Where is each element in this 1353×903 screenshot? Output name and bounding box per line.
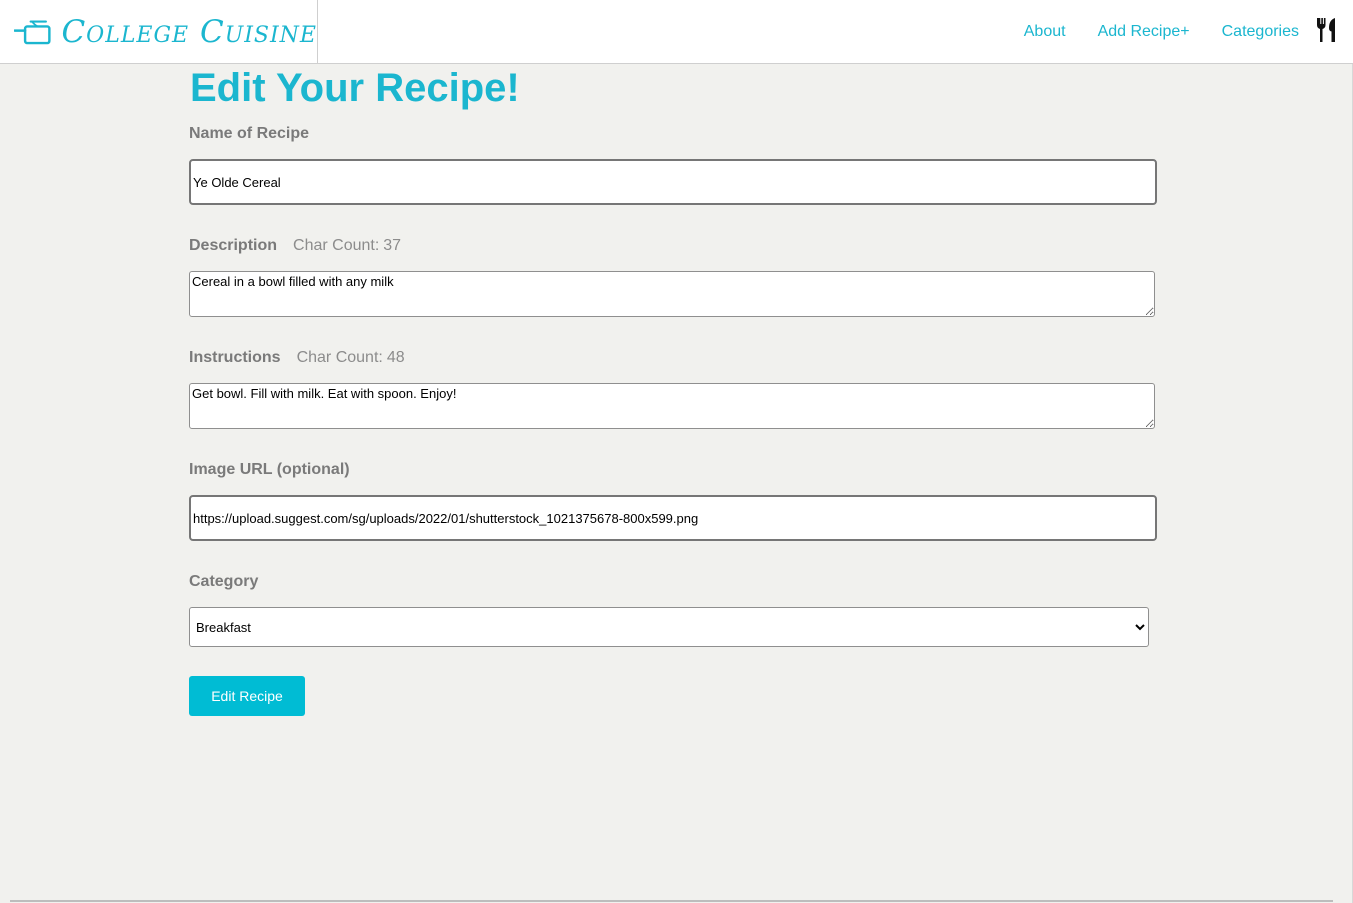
- page-title: Edit Your Recipe!: [190, 66, 520, 110]
- image-url-label: Image URL (optional): [189, 461, 350, 478]
- nav-categories-link[interactable]: Categories: [1222, 23, 1299, 41]
- nav-links: About Add Recipe+ Categories: [992, 0, 1337, 63]
- footer-divider: [10, 900, 1333, 902]
- nav-add-recipe-link[interactable]: Add Recipe+: [1098, 23, 1190, 41]
- instructions-label-row: Instructions Char Count: 48: [189, 349, 405, 367]
- recipe-name-input[interactable]: [189, 159, 1157, 205]
- instructions-char-count: 48: [386, 349, 405, 366]
- description-char-count-label: Char Count:: [293, 237, 380, 254]
- fork-knife-icon[interactable]: [1315, 17, 1337, 43]
- name-label-row: Name of Recipe: [189, 125, 309, 143]
- category-select[interactable]: Breakfast: [189, 607, 1149, 647]
- description-char-count: 37: [383, 237, 402, 254]
- instructions-char-count-label: Char Count:: [296, 349, 383, 366]
- pot-icon: [14, 20, 51, 44]
- edit-recipe-button[interactable]: Edit Recipe: [189, 676, 305, 716]
- brand-name: College Cuisine: [61, 13, 317, 50]
- description-label: Description: [189, 237, 278, 254]
- category-label: Category: [189, 573, 259, 590]
- name-label: Name of Recipe: [189, 125, 310, 142]
- image-url-input[interactable]: [189, 495, 1157, 541]
- nav-about-link[interactable]: About: [1024, 23, 1066, 41]
- instructions-textarea[interactable]: Get bowl. Fill with milk. Eat with spoon…: [189, 383, 1155, 429]
- instructions-label: Instructions: [189, 349, 281, 366]
- image-url-label-row: Image URL (optional): [189, 461, 350, 479]
- navbar: College Cuisine About Add Recipe+ Catego…: [0, 0, 1353, 64]
- brand-logo-link[interactable]: College Cuisine: [0, 0, 318, 63]
- description-textarea[interactable]: Cereal in a bowl filled with any milk: [189, 271, 1155, 317]
- description-label-row: Description Char Count: 37: [189, 237, 401, 255]
- category-label-row: Category: [189, 573, 258, 591]
